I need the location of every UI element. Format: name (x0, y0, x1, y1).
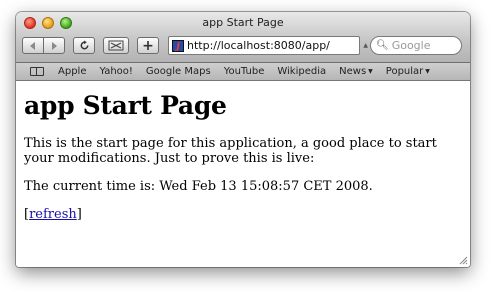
back-arrow-icon (30, 41, 35, 50)
bookmark-popular-folder[interactable]: Popular ▼ (386, 66, 430, 77)
snapback-button[interactable] (103, 37, 129, 54)
bookmark-google-maps[interactable]: Google Maps (146, 66, 211, 77)
reload-button[interactable] (73, 37, 95, 54)
current-time-paragraph: The current time is: Wed Feb 13 15:08:57… (24, 179, 373, 194)
resize-grip-icon[interactable] (458, 255, 468, 265)
add-bookmark-button[interactable]: + (137, 37, 159, 54)
bookmark-popular-label: Popular (385, 66, 424, 77)
back-button[interactable] (22, 37, 44, 54)
browser-toolbar: app Start Page + j http://localhost:8080… (16, 12, 470, 63)
address-bar[interactable]: j http://localhost:8080/app/ ▲ (168, 36, 368, 55)
intro-paragraph: This is the start page for this applicat… (24, 136, 437, 166)
bookmark-apple[interactable]: Apple (58, 66, 86, 77)
chevron-down-icon: ▼ (425, 68, 430, 75)
window-title: app Start Page (202, 16, 284, 29)
bookmark-news-folder[interactable]: News ▼ (339, 66, 373, 77)
site-favicon-icon: j (172, 39, 184, 52)
search-icon: 🔍︎ (376, 40, 389, 51)
search-field[interactable]: 🔍︎ Google (370, 36, 462, 55)
forward-button[interactable] (43, 37, 65, 54)
page-heading: app Start Page (24, 91, 227, 120)
forward-arrow-icon (52, 41, 57, 50)
address-url[interactable]: http://localhost:8080/app/ (187, 39, 330, 52)
page-content: app Start Page This is the start page fo… (16, 81, 470, 267)
snapback-icon (108, 40, 124, 51)
bookmark-wikipedia[interactable]: Wikipedia (277, 66, 326, 77)
bookmark-news-label: News (339, 66, 367, 77)
reload-icon (80, 40, 88, 50)
bookmarks-bar: Apple Yahoo! Google Maps YouTube Wikiped… (16, 63, 470, 81)
refresh-link[interactable]: refresh (29, 207, 77, 222)
bookmark-yahoo[interactable]: Yahoo! (99, 66, 132, 77)
chevron-down-icon: ▼ (368, 68, 373, 75)
bookmarks-book-icon[interactable] (30, 67, 44, 76)
refresh-bracket-close: ] (76, 207, 82, 222)
address-dropdown-icon[interactable]: ▲ (363, 42, 368, 49)
bookmark-youtube[interactable]: YouTube (224, 66, 265, 77)
refresh-paragraph: [refresh] (24, 207, 462, 222)
search-placeholder: Google (391, 39, 431, 52)
browser-window: app Start Page + j http://localhost:8080… (16, 12, 470, 267)
